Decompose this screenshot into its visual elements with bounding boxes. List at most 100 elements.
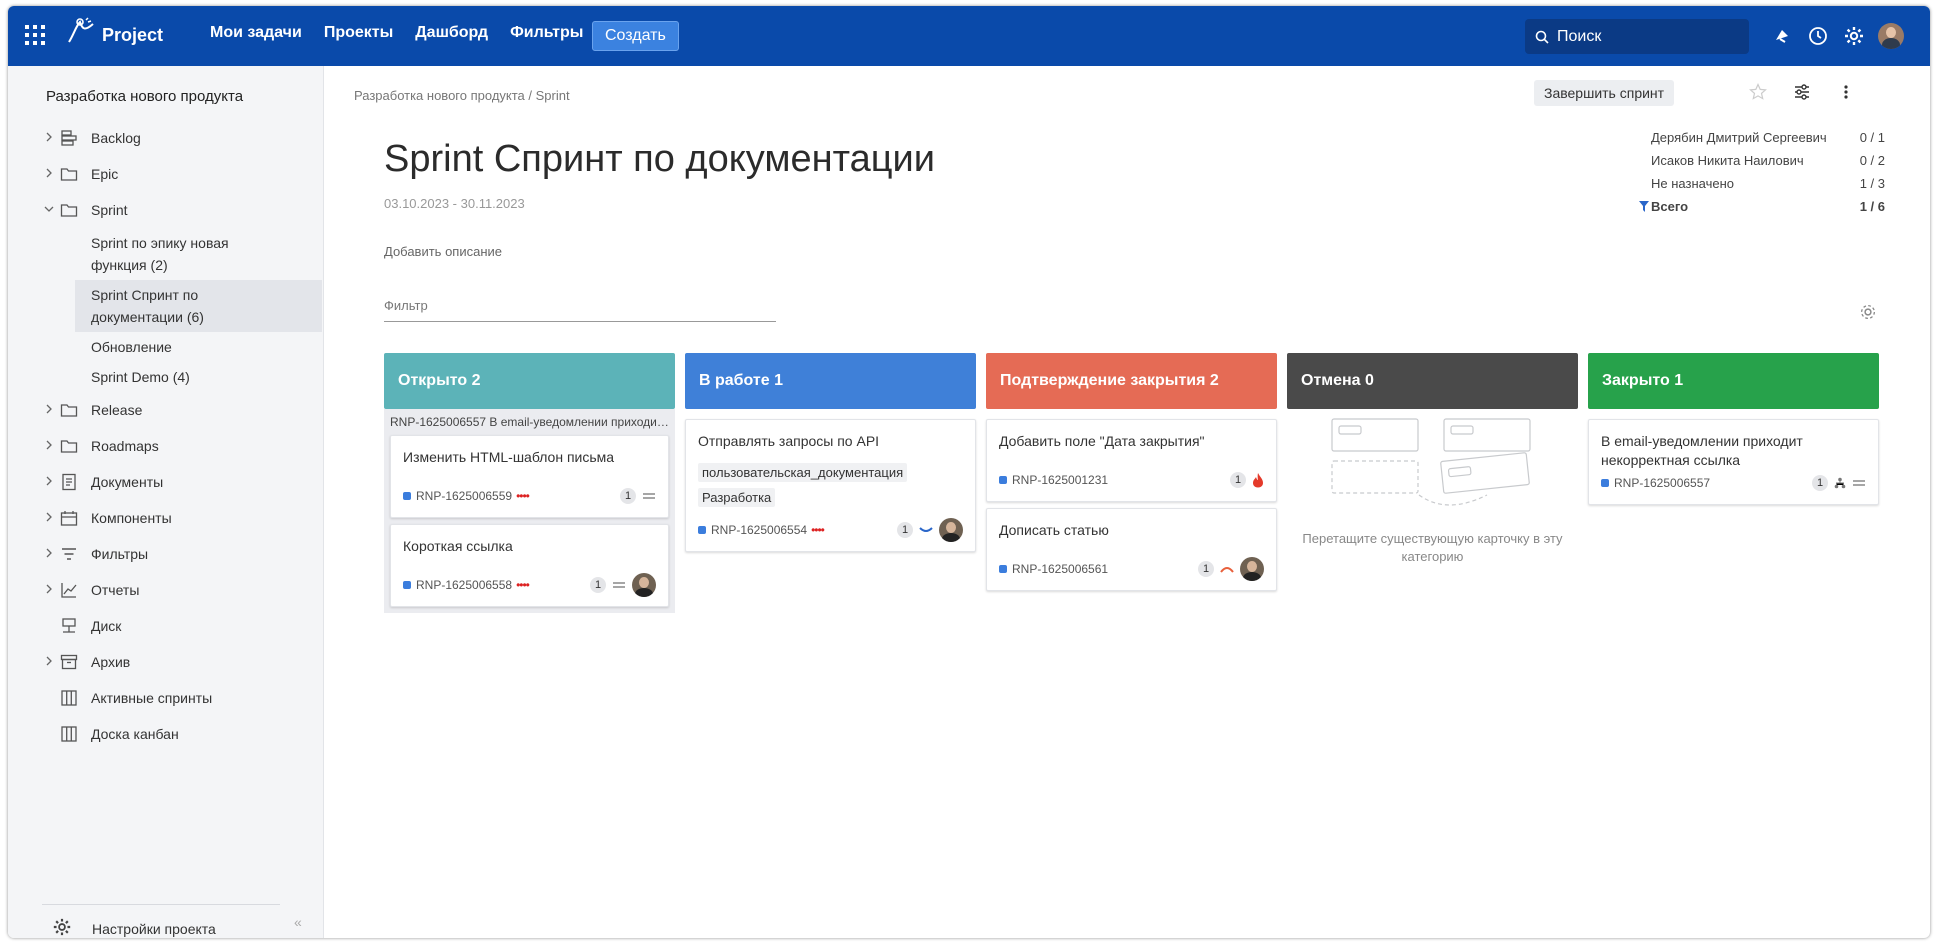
chevron-right-icon[interactable]	[44, 512, 54, 522]
card-key[interactable]: RNP-1625006557	[1601, 476, 1710, 490]
column-header[interactable]: Закрыто 1	[1588, 353, 1879, 409]
sliders-icon[interactable]	[1790, 80, 1814, 104]
card-key[interactable]: RNP-1625006554	[698, 523, 807, 537]
chevron-right-icon[interactable]	[44, 656, 54, 666]
create-button[interactable]: Создать	[592, 21, 679, 51]
sidebar-item-archive[interactable]: Архив	[8, 644, 324, 680]
folder-icon	[60, 440, 78, 453]
search-input[interactable]: Поиск	[1525, 19, 1749, 54]
project-settings[interactable]: Настройки проекта	[42, 904, 280, 938]
parent-task-header[interactable]: RNP-1625006557 В email-уведомлении прихо…	[386, 415, 673, 435]
chevron-right-icon[interactable]	[44, 440, 54, 450]
folder-icon	[60, 204, 78, 217]
nav-filters[interactable]: Фильтры	[510, 24, 583, 42]
task-card[interactable]: Дописать статью RNP-1625006561 1	[986, 508, 1277, 591]
sidebar-item-disk[interactable]: Диск	[8, 608, 324, 644]
sidebar-item-roadmaps[interactable]: Roadmaps	[8, 428, 324, 464]
sidebar-item-filters[interactable]: Фильтры	[8, 536, 324, 572]
sidebar-sprint-demo[interactable]: Sprint Demo (4)	[8, 362, 324, 392]
sidebar-item-kanban[interactable]: Доска канбан	[8, 716, 324, 752]
add-description-link[interactable]: Добавить описание	[384, 244, 502, 259]
logo[interactable]: Project	[66, 16, 163, 46]
task-card[interactable]: Изменить HTML-шаблон письма RNP-16250065…	[390, 435, 669, 518]
filter-input[interactable]: Фильтр	[384, 294, 776, 322]
nav-my-tasks[interactable]: Мои задачи	[210, 24, 302, 42]
task-card[interactable]: Отправлять запросы по API пользовательск…	[685, 419, 976, 552]
assignee-avatar[interactable]	[939, 518, 963, 542]
sidebar-item-label: Компоненты	[91, 510, 172, 526]
history-icon[interactable]	[1806, 24, 1830, 48]
stats-row[interactable]: Дерябин Дмитрий Сергеевич 0 / 1	[1651, 126, 1885, 149]
user-avatar[interactable]	[1878, 23, 1904, 49]
board-settings-icon[interactable]	[1858, 302, 1878, 322]
card-key[interactable]: RNP-1625006559	[403, 489, 512, 503]
app-grid-icon[interactable]	[25, 25, 45, 45]
breadcrumb[interactable]: Разработка нового продукта / Sprint	[354, 88, 570, 103]
sidebar-item-label: Доска канбан	[91, 726, 179, 742]
card-key[interactable]: RNP-1625006558	[403, 578, 512, 592]
assignee-avatar[interactable]	[632, 573, 656, 597]
sidebar-item-reports[interactable]: Отчеты	[8, 572, 324, 608]
column-header[interactable]: Открыто 2	[384, 353, 675, 409]
finish-sprint-button[interactable]: Завершить спринт	[1534, 80, 1675, 106]
sidebar-item-backlog[interactable]: Backlog	[8, 120, 324, 156]
funnel-icon	[1639, 201, 1649, 212]
sidebar-item-label: Backlog	[91, 130, 141, 146]
sidebar-item-components[interactable]: Компоненты	[8, 500, 324, 536]
card-count-badge: 1	[897, 522, 913, 538]
project-settings-label: Настройки проекта	[92, 921, 216, 937]
disk-icon	[62, 618, 76, 633]
board-column-closed: Закрыто 1 В email-уведомлении приходит н…	[1588, 353, 1879, 613]
sidebar-sprint-documentation[interactable]: Sprint Спринт по документации (6)	[75, 280, 322, 332]
card-key[interactable]: RNP-1625001231	[999, 473, 1108, 487]
star-icon[interactable]	[1746, 80, 1770, 104]
nav-projects[interactable]: Проекты	[324, 24, 393, 42]
sidebar-item-release[interactable]: Release	[8, 392, 324, 428]
sidebar-item-label: Release	[91, 402, 143, 418]
chevron-right-icon[interactable]	[44, 168, 54, 178]
sidebar-item-documents[interactable]: Документы	[8, 464, 324, 500]
card-tag[interactable]: пользовательская_документация	[698, 463, 908, 482]
card-tag[interactable]: Разработка	[698, 488, 776, 507]
task-type-icon	[999, 565, 1007, 573]
chevron-down-icon[interactable]	[44, 204, 54, 214]
priority-dots-icon: ••••	[516, 578, 530, 592]
column-header[interactable]: В работе 1	[685, 353, 976, 409]
assignee-avatar[interactable]	[1240, 557, 1264, 581]
sidebar-item-label: Фильтры	[91, 546, 149, 562]
task-card[interactable]: Добавить поле "Дата закрытия" RNP-162500…	[986, 419, 1277, 502]
empty-column-illustration	[1331, 418, 1531, 506]
card-key-text: RNP-1625006558	[416, 578, 513, 592]
stats-row[interactable]: Исаков Никита Наилович 0 / 2	[1651, 149, 1885, 172]
collapse-sidebar-icon[interactable]: «	[294, 914, 302, 930]
column-body: RNP-1625006557 В email-уведомлении прихо…	[384, 409, 675, 613]
logo-icon	[68, 17, 94, 43]
chevron-right-icon[interactable]	[44, 548, 54, 558]
chevron-right-icon[interactable]	[44, 584, 54, 594]
card-key[interactable]: RNP-1625006561	[999, 562, 1108, 576]
sidebar-sprint-update[interactable]: Обновление	[8, 332, 324, 362]
sidebar-item-label: Sprint	[91, 202, 128, 218]
equals-icon	[643, 493, 655, 499]
card-count-badge: 1	[590, 577, 606, 593]
task-card[interactable]: Короткая ссылка RNP-1625006558 •••• 1	[390, 524, 669, 607]
sidebar-item-active-sprints[interactable]: Активные спринты	[8, 680, 324, 716]
card-title: Добавить поле "Дата закрытия"	[999, 433, 1205, 449]
more-vertical-icon[interactable]	[1834, 80, 1858, 104]
sidebar-sprint-new-feature[interactable]: Sprint по эпику новая функция (2)	[8, 228, 268, 280]
chevron-right-icon[interactable]	[44, 404, 54, 414]
notifications-icon[interactable]	[1770, 24, 1794, 48]
card-title: Изменить HTML-шаблон письма	[403, 449, 615, 465]
chevron-right-icon[interactable]	[44, 476, 54, 486]
column-header[interactable]: Подтверждение закрытия 2	[986, 353, 1277, 409]
sidebar-item-sprint[interactable]: Sprint	[8, 192, 324, 228]
board-column-cancelled: Отмена 0 Перетащите существующую карточк…	[1287, 353, 1578, 613]
settings-icon[interactable]	[1842, 24, 1866, 48]
task-card[interactable]: В email-уведомлении приходит некорректна…	[1588, 419, 1879, 505]
sidebar-item-epic[interactable]: Epic	[8, 156, 324, 192]
nav-dashboard[interactable]: Дашборд	[415, 24, 488, 42]
chevron-right-icon[interactable]	[44, 132, 54, 142]
stats-row-total[interactable]: Всего 1 / 6	[1639, 195, 1885, 218]
column-header[interactable]: Отмена 0	[1287, 353, 1578, 409]
stats-row[interactable]: Не назначено 1 / 3	[1651, 172, 1885, 195]
